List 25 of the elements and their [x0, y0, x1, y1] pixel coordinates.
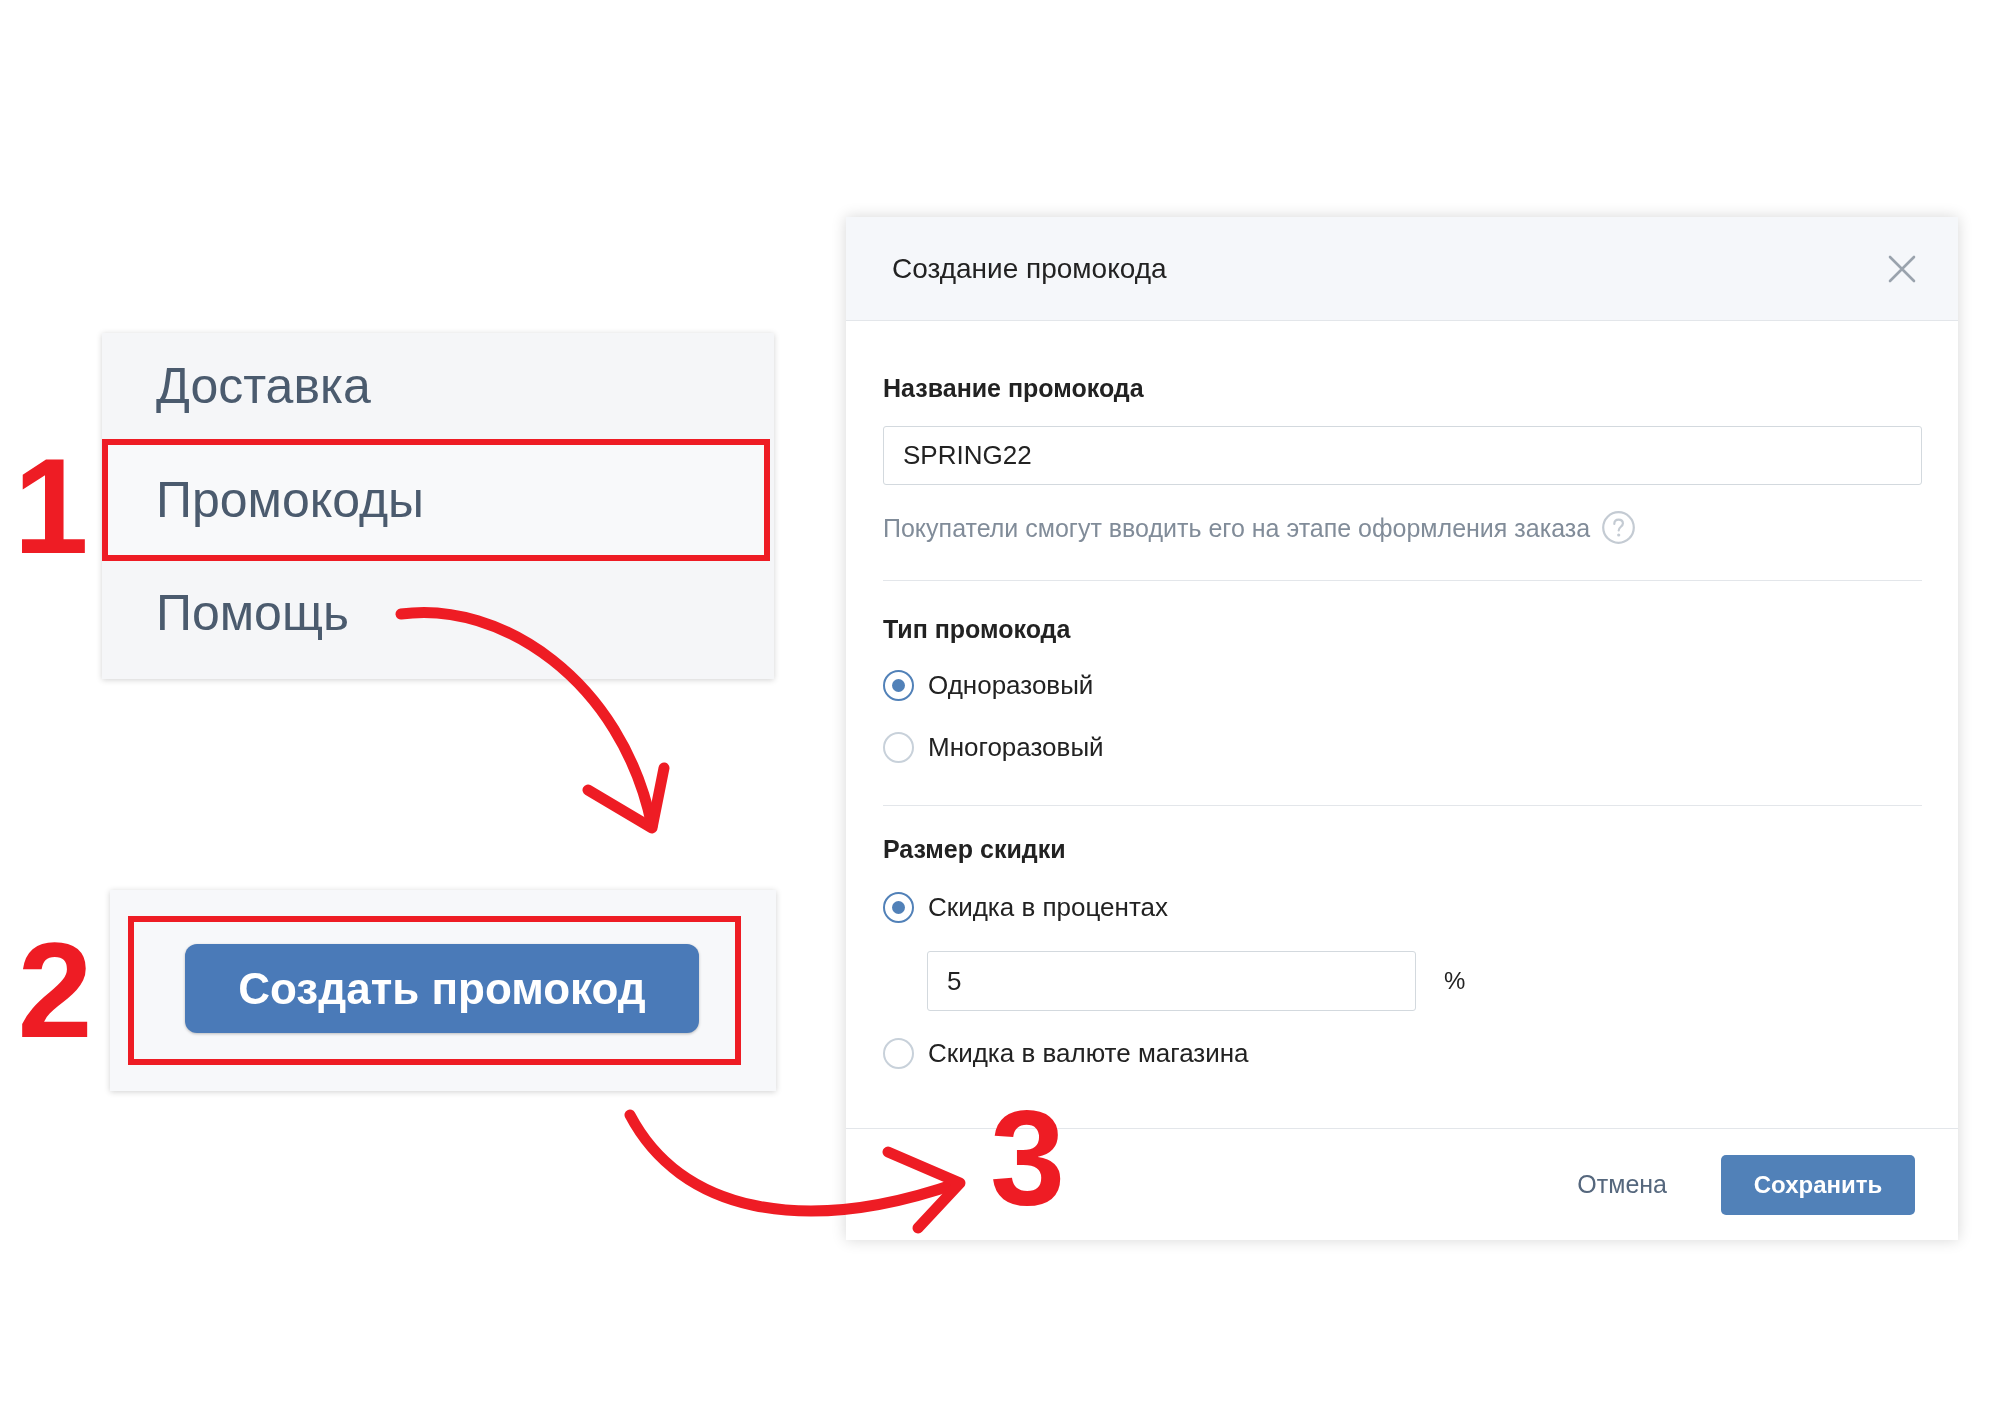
option-label: Скидка в валюте магазина	[928, 1036, 1249, 1070]
unit-label: %	[1444, 966, 1466, 996]
close-icon[interactable]	[1888, 254, 1916, 283]
step-number: 2	[17, 923, 93, 1058]
option-label: Многоразовый	[928, 730, 1104, 764]
option-label: Одноразовый	[928, 668, 1094, 702]
radio-button[interactable]	[883, 669, 914, 701]
promo-name-input[interactable]: SPRING22	[883, 426, 1922, 485]
save-button[interactable]: Сохранить	[1721, 1154, 1915, 1215]
dialog-title: Создание промокода	[892, 251, 1167, 286]
hint-text: Покупатели смогут вводить его на этапе оформления заказа	[883, 512, 1591, 544]
menu-item[interactable]: Доставка	[102, 333, 774, 439]
percent-input[interactable]: 5	[927, 951, 1416, 1011]
step-number: 1	[13, 438, 89, 574]
radio-button[interactable]	[883, 891, 914, 923]
create-promo-button[interactable]: Создать промокод	[185, 944, 699, 1033]
cancel-button[interactable]: Отмена	[1561, 1154, 1683, 1215]
option-label: Скидка в процентах	[928, 890, 1168, 924]
field-label: Название промокода	[883, 373, 1145, 403]
menu-item[interactable]: Помощь	[102, 561, 774, 665]
menu-item[interactable]: Промокоды	[102, 439, 770, 561]
step-number: 3	[990, 1090, 1066, 1225]
help-icon[interactable]	[1602, 511, 1636, 544]
section-label: Тип промокода	[883, 614, 1072, 644]
section-label: Размер скидки	[883, 834, 1067, 864]
